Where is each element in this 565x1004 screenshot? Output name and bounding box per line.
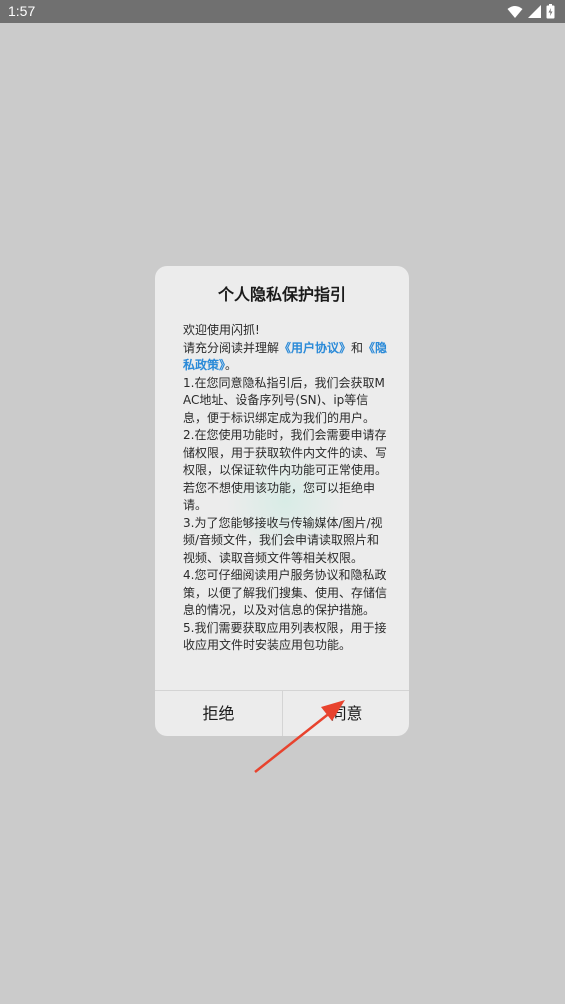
- user-agreement-link[interactable]: 《用户协议》: [279, 341, 351, 355]
- intro-suffix: 。: [225, 358, 238, 372]
- intro-prefix: 请充分阅读并理解: [183, 340, 280, 355]
- privacy-item: 5.我们需要获取应用列表权限，用于接收应用文件时安装应用包功能。: [183, 620, 387, 653]
- status-icons: [507, 3, 555, 20]
- status-time: 1:57: [8, 3, 36, 19]
- agree-button[interactable]: 同意: [283, 691, 409, 736]
- privacy-dialog: 个人隐私保护指引 欢迎使用闪抓! 请充分阅读并理解《用户协议》和《隐私政策》。 …: [155, 266, 409, 736]
- privacy-item: 1.在您同意隐私指引后，我们会获取MAC地址、设备序列号(SN)、ip等信息，便…: [183, 375, 385, 425]
- privacy-item: 2.在您使用功能时，我们会需要申请存储权限，用于获取软件内文件的读、写权限，以保…: [183, 428, 388, 512]
- status-bar: 1:57: [0, 0, 565, 23]
- battery-icon: [546, 4, 555, 19]
- welcome-text: 欢迎使用闪抓!: [183, 323, 260, 337]
- dialog-title: 个人隐私保护指引: [217, 285, 346, 304]
- privacy-item: 4.您可仔细阅读用户服务协议和隐私政策，以便了解我们搜集、使用、存储信息的情况，…: [183, 568, 388, 617]
- dialog-body: 欢迎使用闪抓! 请充分阅读并理解《用户协议》和《隐私政策》。 1.在您同意隐私指…: [183, 322, 389, 655]
- refuse-button[interactable]: 拒绝: [155, 691, 282, 736]
- intro-text: 请充分阅读并理解《用户协议》和《隐私政策》。: [183, 340, 389, 375]
- wifi-icon: [507, 5, 523, 18]
- signal-icon: [528, 5, 541, 18]
- privacy-item: 3.为了您能够接收与传输媒体/图片/视频/音频文件，我们会申请读取照片和视频、读…: [183, 515, 383, 565]
- intro-and: 和: [351, 340, 364, 355]
